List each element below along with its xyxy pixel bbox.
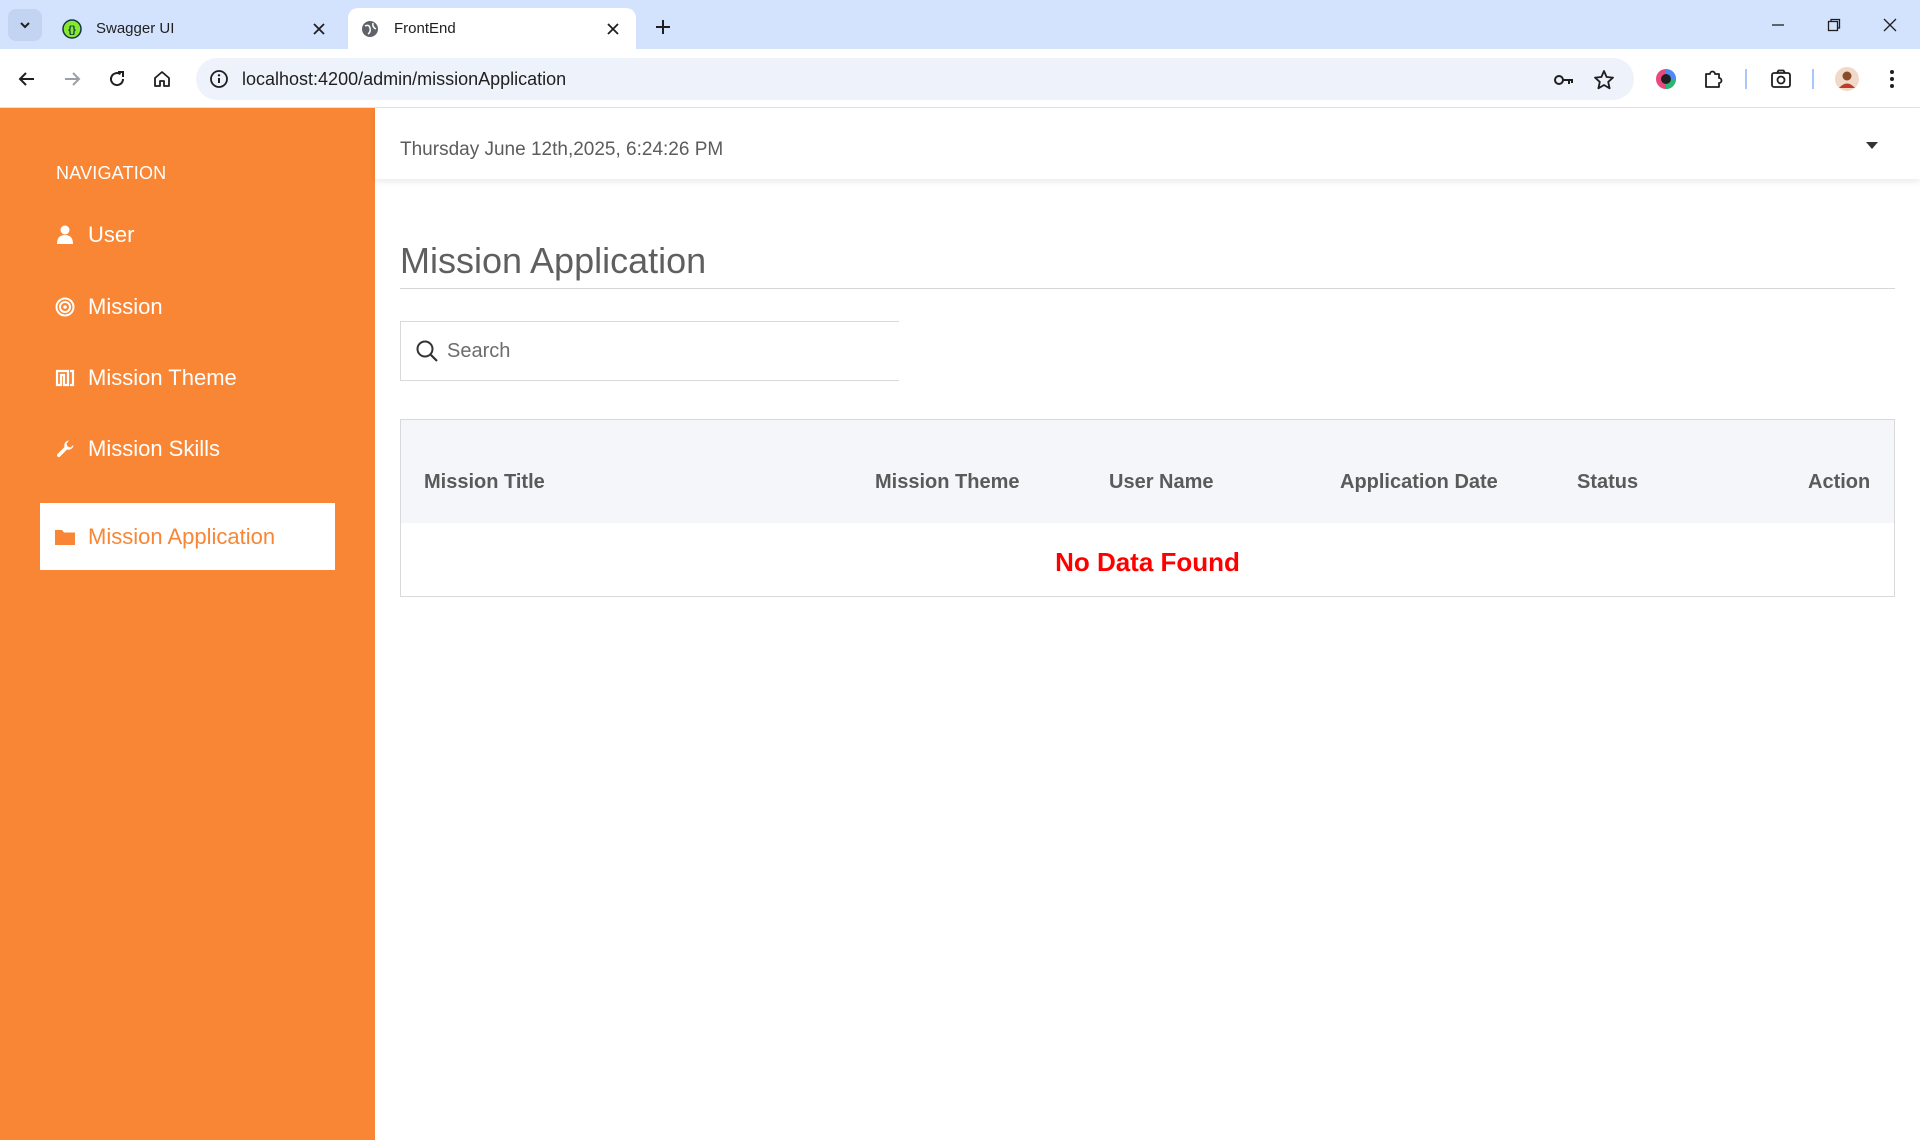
- column-header-application-date[interactable]: Application Date: [1340, 471, 1498, 494]
- toolbar-separator: [1812, 69, 1814, 89]
- column-header-mission-theme[interactable]: Mission Theme: [875, 471, 1019, 494]
- sidebar-item-label: User: [88, 221, 135, 247]
- restore-button[interactable]: [1806, 0, 1862, 49]
- profile-avatar[interactable]: [1829, 61, 1865, 97]
- target-icon: [54, 296, 76, 318]
- top-header: Thursday June 12th,2025, 6:24:26 PM: [375, 108, 1920, 179]
- sidebar-item-mission-application[interactable]: Mission Application: [40, 503, 335, 570]
- column-header-mission-title[interactable]: Mission Title: [424, 471, 545, 494]
- browser-tabstrip: {} Swagger UI FrontEnd: [0, 0, 1920, 49]
- extension-color-icon[interactable]: [1648, 61, 1684, 97]
- sidebar-item-label: Mission: [88, 293, 163, 319]
- home-icon: [154, 71, 170, 87]
- arrow-right-icon: [65, 72, 81, 86]
- sidebar-item-label: Mission Skills: [88, 435, 221, 461]
- tab-swagger-ui[interactable]: {} Swagger UI: [50, 8, 342, 49]
- screenshot-icon[interactable]: [1763, 61, 1799, 97]
- tab-frontend[interactable]: FrontEnd: [348, 8, 636, 49]
- sidebar-item-mission-theme[interactable]: Mission Theme: [40, 344, 335, 411]
- column-header-status[interactable]: Status: [1577, 471, 1638, 494]
- home-button[interactable]: [144, 61, 180, 97]
- url-text[interactable]: localhost:4200/admin/missionApplication: [242, 69, 566, 90]
- user-icon: [54, 224, 76, 246]
- search-box: [400, 321, 899, 381]
- wrench-icon: [54, 438, 76, 460]
- search-icon: [413, 337, 441, 365]
- restore-icon: [1827, 18, 1841, 31]
- extensions-puzzle-icon[interactable]: [1695, 61, 1731, 97]
- browser-toolbar: localhost:4200/admin/missionApplication: [0, 49, 1920, 108]
- current-datetime: Thursday June 12th,2025, 6:24:26 PM: [400, 139, 724, 160]
- close-window-button[interactable]: [1862, 0, 1918, 49]
- empty-table-message: No Data Found: [1055, 547, 1240, 577]
- reload-button[interactable]: [99, 61, 135, 97]
- sidebar-heading: NAVIGATION: [56, 163, 167, 183]
- reload-icon: [110, 71, 125, 87]
- search-input[interactable]: [447, 339, 867, 363]
- close-tab-icon[interactable]: [308, 18, 330, 40]
- browser-menu-button[interactable]: [1874, 61, 1910, 97]
- column-header-user-name[interactable]: User Name: [1109, 471, 1214, 494]
- folder-icon: [54, 526, 76, 548]
- back-button[interactable]: [9, 61, 45, 97]
- tab-title: FrontEnd: [394, 20, 456, 37]
- column-header-action[interactable]: Action: [1808, 471, 1870, 494]
- bookmark-star-icon[interactable]: [1590, 66, 1618, 94]
- chevron-down-icon: [20, 22, 30, 29]
- kebab-menu-icon: [1890, 70, 1894, 88]
- sidebar-item-label: Mission Application: [88, 523, 276, 549]
- new-tab-button[interactable]: [648, 12, 678, 42]
- minimize-icon: [1772, 23, 1784, 26]
- close-tab-icon[interactable]: [602, 18, 624, 40]
- plus-icon: [656, 20, 670, 34]
- sidebar-item-user[interactable]: User: [40, 201, 335, 268]
- sidebar-item-label: Mission Theme: [88, 364, 237, 390]
- globe-icon: [360, 19, 380, 39]
- password-key-icon[interactable]: [1550, 66, 1578, 94]
- tab-title: Swagger UI: [96, 20, 175, 37]
- sidebar-item-mission[interactable]: Mission: [40, 273, 335, 340]
- applications-table: Mission Title Mission Theme User Name Ap…: [400, 419, 1895, 597]
- swagger-icon: {}: [62, 18, 82, 39]
- site-info-icon[interactable]: [206, 66, 232, 92]
- forward-button[interactable]: [54, 61, 90, 97]
- tab-search-button[interactable]: [8, 9, 42, 41]
- toolbar-separator: [1745, 69, 1747, 89]
- svg-text:{}: {}: [68, 25, 76, 36]
- table-header: Mission Title Mission Theme User Name Ap…: [401, 420, 1894, 523]
- close-icon: [1883, 18, 1897, 31]
- sidebar: NAVIGATION User Mission Mission Theme Mi…: [0, 108, 375, 1140]
- sidebar-item-mission-skills[interactable]: Mission Skills: [40, 415, 335, 482]
- arrow-left-icon: [18, 72, 34, 86]
- user-menu-dropdown[interactable]: [1862, 138, 1882, 152]
- caret-down-icon: [1866, 141, 1878, 149]
- address-bar[interactable]: localhost:4200/admin/missionApplication: [196, 58, 1634, 100]
- theme-icon: [54, 367, 76, 389]
- title-divider: [400, 288, 1895, 289]
- page-title: Mission Application: [400, 240, 707, 281]
- minimize-button[interactable]: [1750, 0, 1806, 49]
